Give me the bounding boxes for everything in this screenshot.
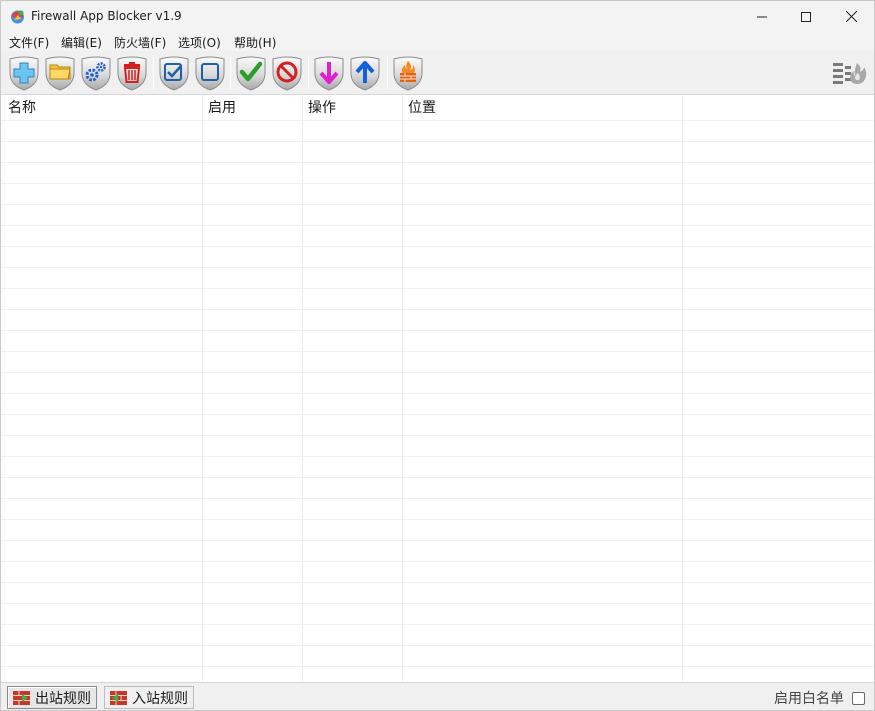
firewall-settings-icon [833, 63, 867, 84]
row-gridline [2, 561, 874, 562]
menu-file[interactable]: 文件(F) [9, 34, 49, 51]
row-gridline [2, 162, 874, 163]
toolbar-separator [230, 57, 231, 89]
row-gridline [2, 351, 874, 352]
row-gridline [2, 414, 874, 415]
row-gridline [2, 435, 874, 436]
row-gridline [2, 666, 874, 667]
row-gridline [2, 603, 874, 604]
app-logo-icon [11, 10, 24, 24]
row-gridline [2, 519, 874, 520]
tab-outbound-label: 出站规则 [35, 690, 91, 707]
tab-outbound-rules[interactable]: 出站规则 [7, 686, 97, 709]
block-icon [272, 56, 302, 91]
row-gridline [2, 267, 874, 268]
window-title: Firewall App Blocker v1.9 [31, 9, 182, 23]
firewall-settings-button[interactable] [831, 59, 869, 87]
tab-inbound-rules[interactable]: 入站规则 [104, 686, 194, 709]
settings-gears-icon [81, 56, 111, 91]
whitelist-label: 启用白名单 [774, 691, 844, 707]
row-gridline [2, 372, 874, 373]
toolbar-separator [308, 57, 309, 89]
row-gridline [2, 246, 874, 247]
allow-check-icon [236, 56, 266, 91]
row-gridline [2, 141, 874, 142]
row-gridline [2, 204, 874, 205]
check-all-button[interactable] [157, 55, 191, 91]
close-button[interactable] [828, 1, 874, 32]
row-gridline [2, 120, 874, 121]
menu-edit[interactable]: 编辑(E) [61, 34, 102, 51]
row-gridline [2, 225, 874, 226]
block-button[interactable] [270, 55, 304, 91]
wall-icon [13, 690, 30, 705]
menu-firewall[interactable]: 防火墙(F) [114, 34, 166, 51]
menu-help[interactable]: 帮助(H) [234, 34, 276, 51]
row-gridline [2, 477, 874, 478]
row-gridline [2, 645, 874, 646]
uncheck-square-icon [195, 56, 225, 91]
open-folder-button[interactable] [43, 55, 77, 91]
allow-button[interactable] [234, 55, 268, 91]
firewall-icon [393, 56, 423, 91]
whitelist-checkbox[interactable] [852, 692, 865, 705]
minimize-button[interactable] [739, 1, 785, 32]
column-header-action[interactable]: 操作 [302, 96, 402, 120]
maximize-button[interactable] [783, 1, 829, 32]
tab-inbound-label: 入站规则 [132, 690, 188, 707]
minimize-icon [757, 16, 767, 17]
folder-icon [45, 56, 75, 91]
uncheck-all-button[interactable] [193, 55, 227, 91]
row-gridline [2, 498, 874, 499]
close-icon [845, 11, 857, 22]
check-square-icon [159, 56, 189, 91]
row-gridline [2, 309, 874, 310]
column-header-location[interactable]: 位置 [402, 96, 682, 120]
toolbar [1, 51, 874, 95]
row-gridline [2, 582, 874, 583]
arrow-up-icon [350, 56, 380, 91]
row-gridline [2, 288, 874, 289]
row-gridline [2, 456, 874, 457]
move-up-button[interactable] [348, 55, 382, 91]
wall-icon [110, 690, 127, 705]
menu-bar: 文件(F) 编辑(E) 防火墙(F) 选项(O) 帮助(H) [1, 32, 874, 51]
app-window: Firewall App Blocker v1.9 文件(F) 编辑(E) 防火… [0, 0, 875, 711]
row-gridline [2, 393, 874, 394]
status-bar: 出站规则 入站规则 启用白名单 [1, 682, 874, 710]
row-gridline [2, 540, 874, 541]
column-header-enabled[interactable]: 启用 [202, 96, 302, 120]
rules-list[interactable]: 名称 启用 操作 位置 [2, 96, 874, 681]
toolbar-separator [153, 57, 154, 89]
settings-button[interactable] [79, 55, 113, 91]
row-gridline [2, 330, 874, 331]
title-bar: Firewall App Blocker v1.9 [1, 1, 874, 32]
menu-options[interactable]: 选项(O) [178, 34, 221, 51]
row-gridline [2, 183, 874, 184]
trash-icon [117, 56, 147, 91]
toolbar-separator [387, 57, 388, 89]
move-down-button[interactable] [312, 55, 346, 91]
row-gridline [2, 624, 874, 625]
add-icon [9, 56, 39, 91]
arrow-down-icon [314, 56, 344, 91]
firewall-button[interactable] [391, 55, 425, 91]
delete-button[interactable] [115, 55, 149, 91]
list-header: 名称 启用 操作 位置 [2, 96, 874, 120]
maximize-icon [801, 11, 811, 22]
column-header-name[interactable]: 名称 [2, 96, 202, 120]
add-button[interactable] [7, 55, 41, 91]
